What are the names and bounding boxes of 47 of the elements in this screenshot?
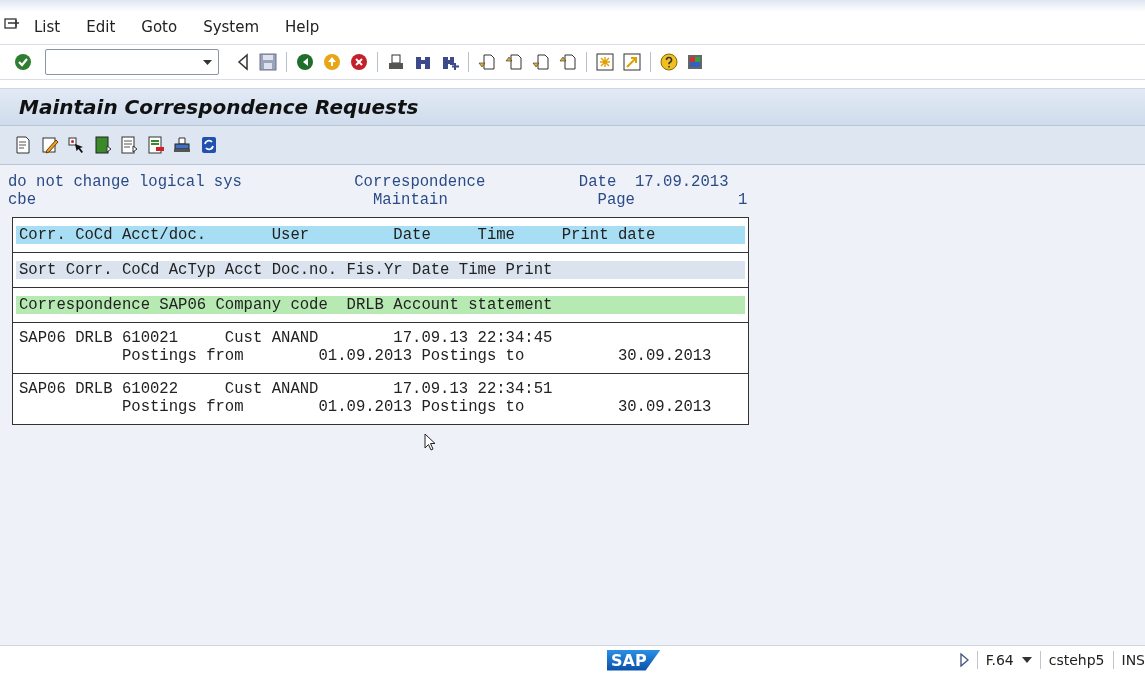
insert-mode: INS xyxy=(1121,652,1145,668)
triangle-right-icon[interactable] xyxy=(958,653,969,667)
command-field[interactable] xyxy=(45,49,219,75)
menu-icon[interactable] xyxy=(4,18,20,32)
menu-item[interactable]: System xyxy=(203,18,260,36)
list-header-line: do not change logical sys Correspondence Date 17.09.2013 xyxy=(8,173,730,191)
shortcut-icon[interactable] xyxy=(623,53,641,71)
list-icon[interactable] xyxy=(120,136,138,154)
back-icon[interactable] xyxy=(296,53,314,71)
list-arrow-icon[interactable] xyxy=(93,136,112,154)
triangle-left-icon[interactable] xyxy=(236,53,250,71)
list-line: SAP06 DRLB 610022 Cust ANAND 17.09.13 22:34:51 xyxy=(19,380,554,398)
help-icon[interactable] xyxy=(660,53,678,71)
cancel-icon[interactable] xyxy=(350,53,368,71)
screen-title: Maintain Correspondence Requests xyxy=(19,95,419,119)
caret-icon[interactable] xyxy=(1021,657,1032,663)
list-delete-icon[interactable] xyxy=(146,136,165,154)
list-line: Postings from 01.09.2013 Postings to 30.09.2013 xyxy=(120,347,713,365)
page-up-icon[interactable] xyxy=(505,53,523,71)
list-line: SAP06 DRLB 610021 Cust ANAND 17.09.13 22:34:45 xyxy=(19,329,554,347)
list-line: Corr. CoCd Acct/doc. User Date Time Print date xyxy=(19,226,657,244)
mouse-pointer-icon xyxy=(424,433,436,451)
menu-item[interactable]: Goto xyxy=(141,18,178,36)
document-edit-icon[interactable] xyxy=(14,136,32,154)
refresh-icon[interactable] xyxy=(199,136,218,154)
list-line: Sort Corr. CoCd AcTyp Acct Doc.no. Fis.Yr Date Time Print xyxy=(19,261,554,279)
print-icon[interactable] xyxy=(173,136,191,154)
save-icon xyxy=(259,53,277,71)
menu-item[interactable]: Help xyxy=(285,18,320,36)
dropdown-caret-icon[interactable] xyxy=(203,59,212,65)
menu-item[interactable]: List xyxy=(34,18,61,36)
checkmark-icon[interactable] xyxy=(14,53,32,71)
list-line: Correspondence SAP06 Company code DRLB Account statement xyxy=(19,296,554,314)
page-down-icon[interactable] xyxy=(532,53,550,71)
page-last-icon[interactable] xyxy=(559,53,577,71)
new-window-icon[interactable] xyxy=(596,53,614,71)
cursor-select-icon[interactable] xyxy=(67,136,85,154)
layout-icon[interactable] xyxy=(687,53,705,71)
list-line: Postings from 01.09.2013 Postings to 30.09.2013 xyxy=(120,398,713,416)
pencil-document-icon[interactable] xyxy=(40,136,59,154)
sap-logo: SAP xyxy=(607,649,661,671)
transaction-code[interactable]: F.64 xyxy=(985,652,1014,668)
print-icon[interactable] xyxy=(387,53,405,71)
server-name: cstehp5 xyxy=(1048,652,1105,668)
menu-item[interactable]: Edit xyxy=(86,18,116,36)
page-first-icon[interactable] xyxy=(478,53,496,71)
list-header-line: cbe Maintain Page 1 xyxy=(8,191,749,209)
